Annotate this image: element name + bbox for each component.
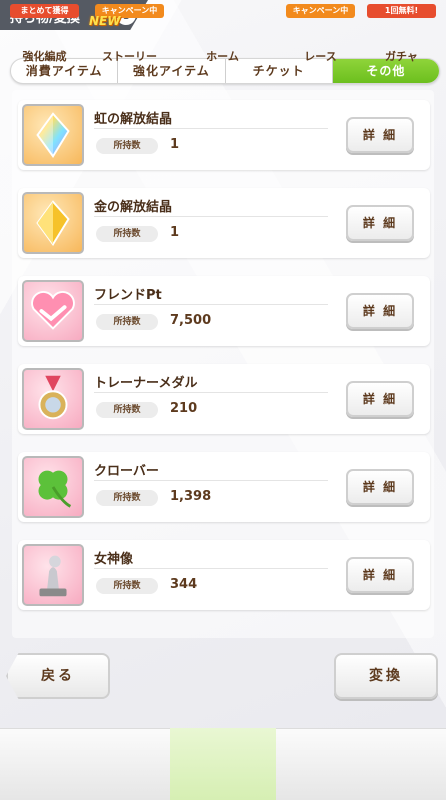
list-item: 金の解放結晶 所持数 1 詳 細 — [18, 188, 430, 258]
nav-label: ストーリー — [102, 50, 157, 63]
gold-crystal-icon — [22, 192, 84, 254]
home-highlight — [170, 728, 276, 800]
detail-button[interactable]: 詳 細 — [346, 205, 414, 241]
count-label: 所持数 — [96, 578, 158, 594]
divider — [94, 392, 328, 393]
detail-button[interactable]: 詳 細 — [346, 557, 414, 593]
count-label: 所持数 — [96, 226, 158, 242]
item-name: 虹の解放結晶 — [94, 112, 173, 127]
clover-icon — [22, 456, 84, 518]
detail-button[interactable]: 詳 細 — [346, 117, 414, 153]
count-value: 210 — [170, 401, 198, 416]
nav-item-gacha[interactable]: 1回無料! ガチャ — [357, 0, 446, 72]
medal-icon — [22, 368, 84, 430]
goddess-statue-icon — [22, 544, 84, 606]
divider — [94, 128, 328, 129]
nav-item-story[interactable]: キャンペーン中 NEW ストーリー — [85, 0, 174, 72]
item-name: 女神像 — [94, 552, 134, 567]
nav-item-race[interactable]: キャンペーン中 レース — [276, 0, 365, 72]
list-item: トレーナーメダル 所持数 210 詳 細 — [18, 364, 430, 434]
nav-label: ホーム — [206, 50, 239, 63]
nav-label: レース — [304, 50, 337, 63]
list-item: 女神像 所持数 344 詳 細 — [18, 540, 430, 610]
item-name: クローバー — [94, 464, 159, 479]
item-name: 金の解放結晶 — [94, 200, 173, 215]
item-name: フレンドPt — [94, 288, 162, 303]
detail-button[interactable]: 詳 細 — [346, 381, 414, 417]
divider — [94, 568, 328, 569]
nav-label: 強化編成 — [22, 50, 67, 63]
divider — [94, 480, 328, 481]
handshake-icon — [22, 280, 84, 342]
count-value: 344 — [170, 577, 198, 592]
campaign-badge: まとめて獲得 — [10, 4, 79, 18]
divider — [94, 216, 328, 217]
detail-button[interactable]: 詳 細 — [346, 293, 414, 329]
count-label: 所持数 — [96, 490, 158, 506]
list-item: クローバー 所持数 1,398 詳 細 — [18, 452, 430, 522]
count-label: 所持数 — [96, 314, 158, 330]
list-item: 虹の解放結晶 所持数 1 詳 細 — [18, 100, 430, 170]
nav-item-home[interactable]: ホーム — [178, 0, 267, 72]
free-pull-badge: 1回無料! — [367, 4, 436, 18]
count-value: 1 — [170, 225, 180, 240]
convert-button[interactable]: 変換 — [334, 653, 438, 699]
nav-item-enhance-formation[interactable]: まとめて獲得 強化編成 — [0, 0, 89, 72]
count-label: 所持数 — [96, 138, 158, 154]
detail-button[interactable]: 詳 細 — [346, 469, 414, 505]
count-value: 7,500 — [170, 313, 212, 328]
back-button[interactable]: 戻る — [6, 653, 110, 699]
new-badge: NEW — [89, 14, 121, 28]
nav-label: ガチャ — [385, 50, 418, 63]
campaign-badge: キャンペーン中 — [286, 4, 355, 18]
count-label: 所持数 — [96, 402, 158, 418]
rainbow-crystal-icon — [22, 104, 84, 166]
divider — [94, 304, 328, 305]
item-name: トレーナーメダル — [94, 376, 198, 391]
list-item: フレンドPt 所持数 7,500 詳 細 — [18, 276, 430, 346]
count-value: 1,398 — [170, 489, 212, 504]
count-value: 1 — [170, 137, 180, 152]
